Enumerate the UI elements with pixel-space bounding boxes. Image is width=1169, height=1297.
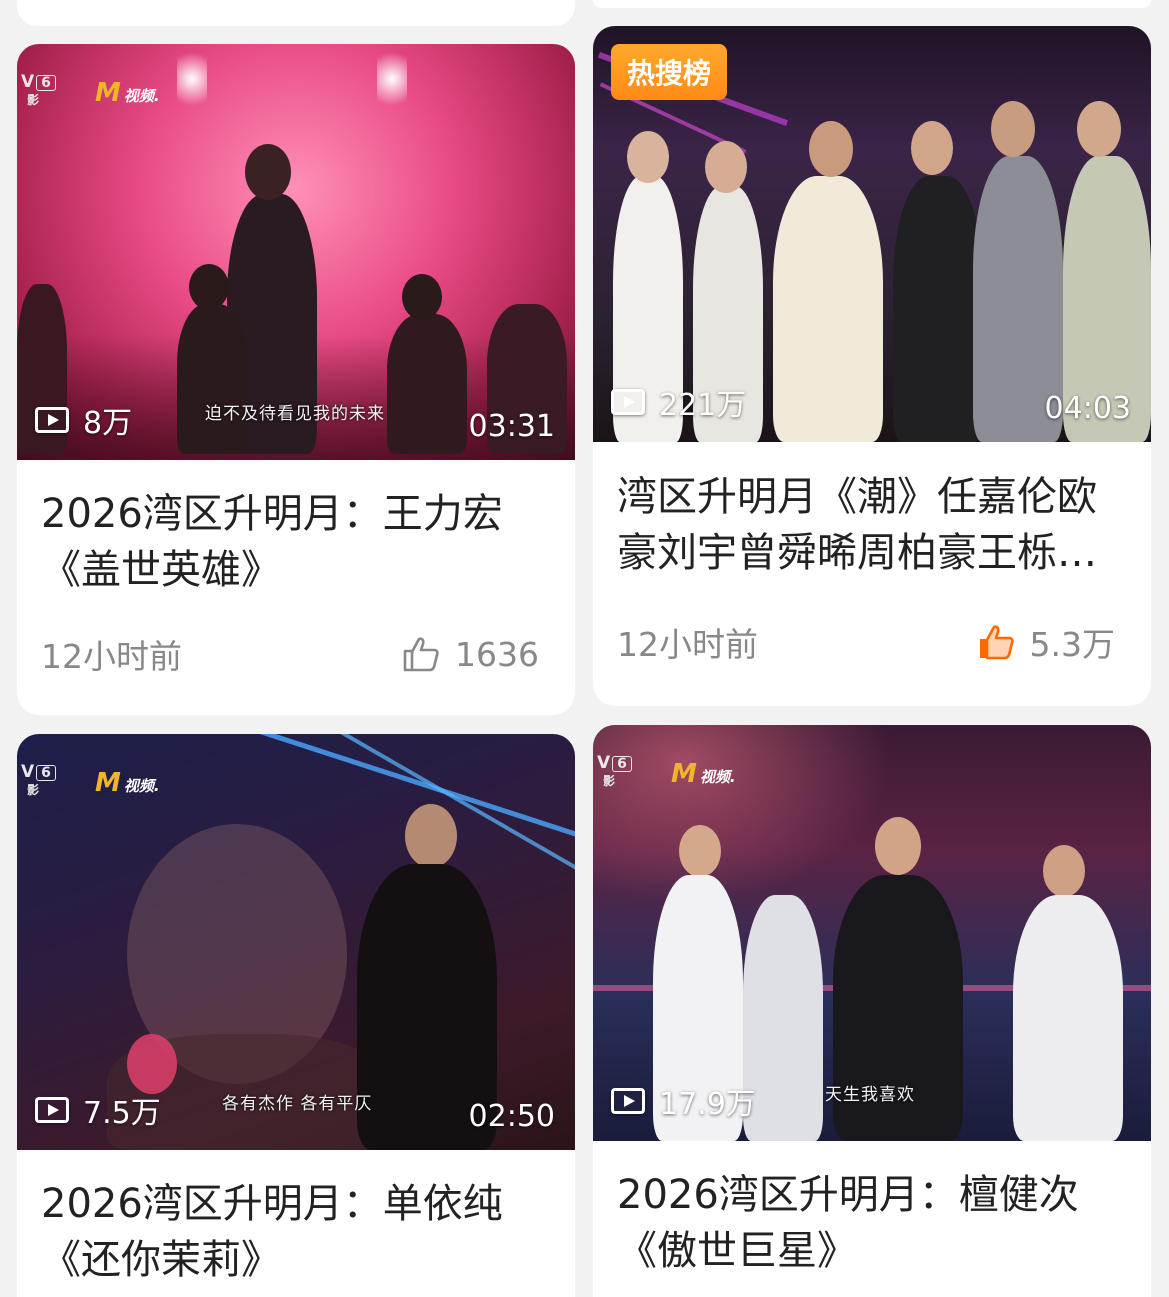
video-card-chao[interactable]: 热搜榜 221万 04:03 湾区升明月《潮》任嘉伦欧 豪刘宇曾舜晞周柏豪王栎…… <box>593 26 1151 706</box>
play-count-icon <box>611 1088 645 1114</box>
video-subtitle: 迫不及待看见我的未来 <box>205 404 385 424</box>
view-count-value: 7.5万 <box>83 1096 161 1131</box>
play-count-icon <box>35 1097 69 1123</box>
video-meta: 12小时前 1636 <box>41 630 539 678</box>
like-button[interactable]: 1636 <box>401 634 539 674</box>
m-video-logo: M 视频. <box>95 78 160 108</box>
video-card-wang-leehom[interactable]: V6影 M 视频. 迫不及待看见我的未来 8万 03:31 2026湾区升明月：王… <box>17 44 575 715</box>
video-title[interactable]: 2026湾区升明月：单依纯 《还你茉莉》 <box>41 1176 551 1288</box>
view-count-value: 17.9万 <box>659 1087 756 1122</box>
cctv6-logo: V6影 <box>21 764 56 796</box>
like-count: 5.3万 <box>1029 625 1115 664</box>
video-card-tan-jianci[interactable]: V6影 M 视频. 天生我喜欢 17.9万 2026湾区升明月：檀健次 《傲世巨星… <box>593 725 1151 1297</box>
video-thumbnail[interactable]: 热搜榜 221万 04:03 <box>593 26 1151 442</box>
cctv6-logo: V6影 <box>21 74 56 106</box>
video-thumbnail[interactable]: V6影 M 视频. 各有杰作 各有平仄 7.5万 02:50 <box>17 734 575 1150</box>
video-thumbnail[interactable]: V6影 M 视频. 天生我喜欢 17.9万 <box>593 725 1151 1141</box>
video-feed: V6影 M 视频. 迫不及待看见我的未来 8万 03:31 2026湾区升明月：王… <box>0 0 1169 1297</box>
publish-time: 12小时前 <box>617 625 758 664</box>
video-duration: 03:31 <box>468 409 555 444</box>
video-card-shan-yichun[interactable]: V6影 M 视频. 各有杰作 各有平仄 7.5万 02:50 2026湾区升明月：… <box>17 734 575 1297</box>
m-video-logo: M 视频. <box>95 768 160 798</box>
view-count: 17.9万 <box>611 1079 756 1123</box>
video-title[interactable]: 湾区升明月《潮》任嘉伦欧 豪刘宇曾舜晞周柏豪王栎… <box>617 469 1127 581</box>
play-count-icon <box>611 389 645 415</box>
view-count: 7.5万 <box>35 1088 161 1132</box>
video-meta: 12小时前 5.3万 <box>617 618 1115 666</box>
view-count-value: 8万 <box>83 406 133 441</box>
view-count: 8万 <box>35 398 132 442</box>
play-count-icon <box>35 407 69 433</box>
thumbs-up-icon-liked <box>979 625 1014 660</box>
publish-time: 12小时前 <box>41 637 182 676</box>
video-subtitle: 各有杰作 各有平仄 <box>222 1094 373 1114</box>
video-duration: 02:50 <box>468 1099 555 1134</box>
video-thumbnail[interactable]: V6影 M 视频. 迫不及待看见我的未来 8万 03:31 <box>17 44 575 460</box>
m-video-logo: M 视频. <box>671 759 736 789</box>
view-count-value: 221万 <box>659 388 747 423</box>
previous-card-right-stub[interactable] <box>593 0 1151 8</box>
cctv6-logo: V6影 <box>597 755 632 787</box>
video-title[interactable]: 2026湾区升明月：王力宏 《盖世英雄》 <box>41 486 551 598</box>
like-button[interactable]: 5.3万 <box>976 618 1115 666</box>
video-subtitle: 天生我喜欢 <box>825 1085 915 1105</box>
previous-card-left-stub[interactable] <box>17 0 575 26</box>
video-duration: 04:03 <box>1044 391 1131 426</box>
view-count: 221万 <box>611 380 746 424</box>
hot-search-badge: 热搜榜 <box>611 44 728 100</box>
thumbs-up-icon <box>403 637 439 672</box>
video-title[interactable]: 2026湾区升明月：檀健次 《傲世巨星》 <box>617 1167 1127 1279</box>
like-count: 1636 <box>455 634 539 674</box>
